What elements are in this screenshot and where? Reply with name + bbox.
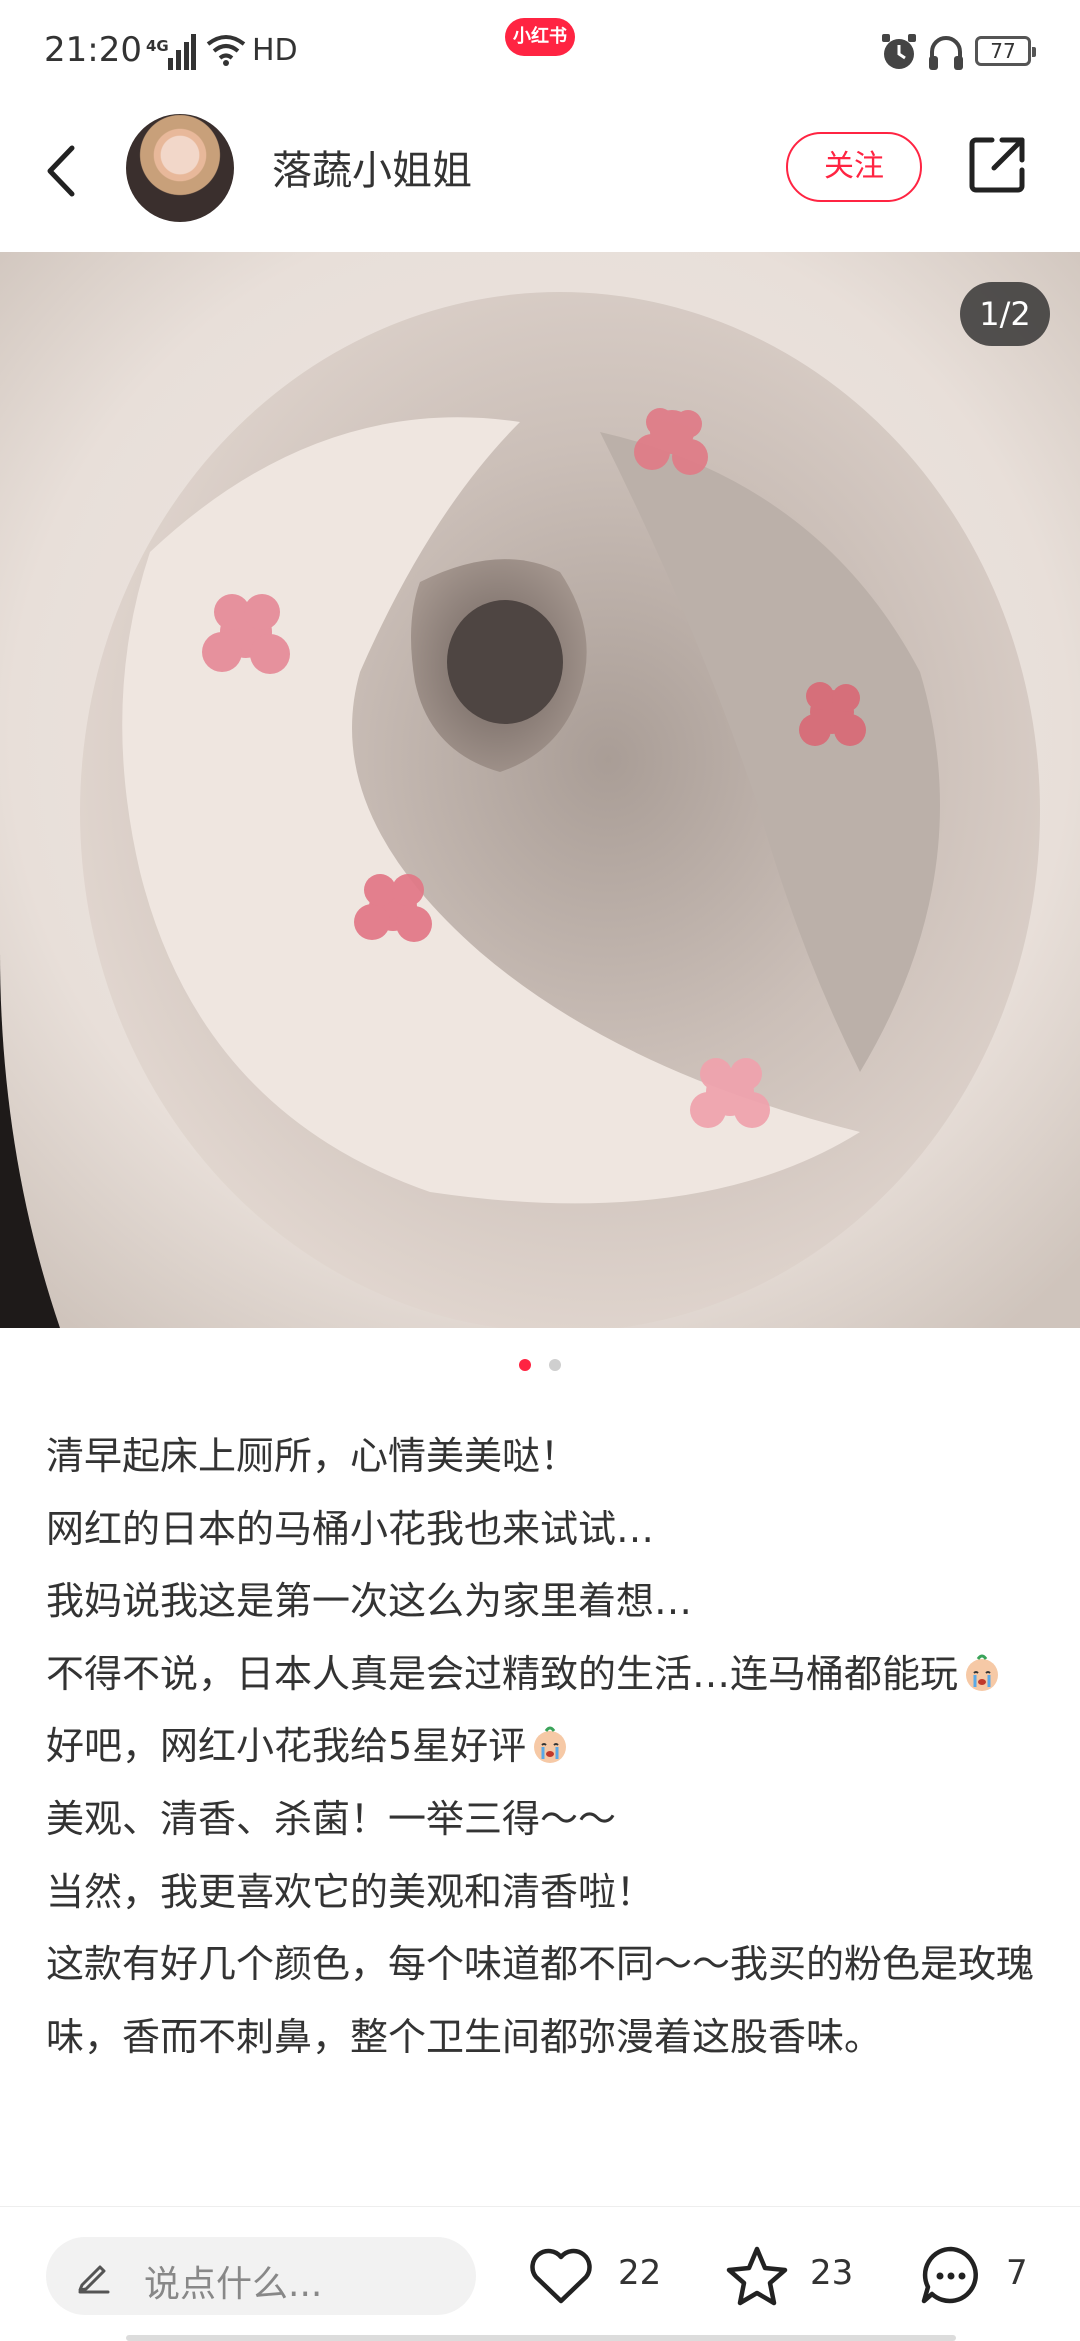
body-line: 清早起床上厕所，心情美美哒！ [46,1434,579,1478]
collect-count: 23 [810,2253,854,2293]
crying-emoji-icon [966,1654,999,1691]
toilet-photo [0,252,1080,1328]
body-line: 网红的日本的马桶小花我也来试试… [46,1506,655,1551]
note-body: 清早起床上厕所，心情美美哒！ 网红的日本的马桶小花我也来试试… 我妈说我这是第一… [46,1420,1046,2073]
body-line-with-emoji: 不得不说，日本人真是会过精致的生活…连马桶都能玩 [46,1638,1046,1711]
collect-button[interactable]: 23 [722,2241,862,2311]
comment-placeholder: 说点什么... [144,2264,323,2305]
bottom-action-bar: 说点什么... 22 23 7 [0,2206,1080,2341]
battery-indicator: 77 [975,36,1036,66]
body-line-with-emoji: 好吧，网红小花我给5星好评 [46,1710,1046,1783]
carousel-dot-active [519,1359,532,1371]
star-icon [726,2246,788,2306]
author-avatar[interactable] [126,114,234,222]
follow-button[interactable]: 关注 [786,132,922,202]
share-icon[interactable] [966,134,1028,196]
carousel-dot [548,1359,561,1371]
status-bar: 21:20 4G HD 小红书 77 [0,0,1080,104]
comment-bubble-icon [921,2246,978,2304]
comment-count: 7 [1006,2253,1028,2293]
headset-icon [929,36,963,70]
signal-icon [168,34,196,70]
network-type: 4G [146,37,169,55]
home-indicator [126,2335,956,2341]
heart-icon [530,2248,592,2304]
author-name[interactable]: 落蔬小姐姐 [272,138,472,196]
body-line: 我妈说我这是第一次这么为家里着想… [46,1579,693,1624]
wifi-label: HD [252,33,298,68]
comment-input[interactable]: 说点什么... [46,2237,476,2315]
status-time: 21:20 [44,30,142,70]
wifi-icon [206,35,246,66]
like-count: 22 [618,2253,662,2293]
like-button[interactable]: 22 [526,2241,666,2311]
note-header: 落蔬小姐姐 关注 [0,104,1080,252]
image-page-counter: 1/2 [960,282,1050,346]
alarm-icon [882,34,916,69]
body-line-text: 不得不说，日本人真是会过精致的生活…连马桶都能玩 [46,1651,959,1696]
body-line: 这款有好几个颜色，每个味道都不同～～我买的粉色是玫瑰味，香而不刺鼻，整个卫生间都… [46,1942,1035,2059]
pencil-icon [78,2265,110,2294]
note-photo[interactable]: 1/2 [0,252,1080,1328]
body-line-text: 好吧，网红小花我给5星好评 [46,1724,527,1769]
body-line: 美观、清香、杀菌！一举三得～～ [46,1796,617,1841]
app-badge: 小红书 [505,18,575,56]
crying-emoji-icon [534,1726,567,1764]
carousel-indicator [0,1356,1080,1376]
body-line: 当然，我更喜欢它的美观和清香啦！ [46,1869,655,1914]
back-arrow-icon[interactable] [38,136,88,206]
comment-button[interactable]: 7 [916,2241,1056,2311]
